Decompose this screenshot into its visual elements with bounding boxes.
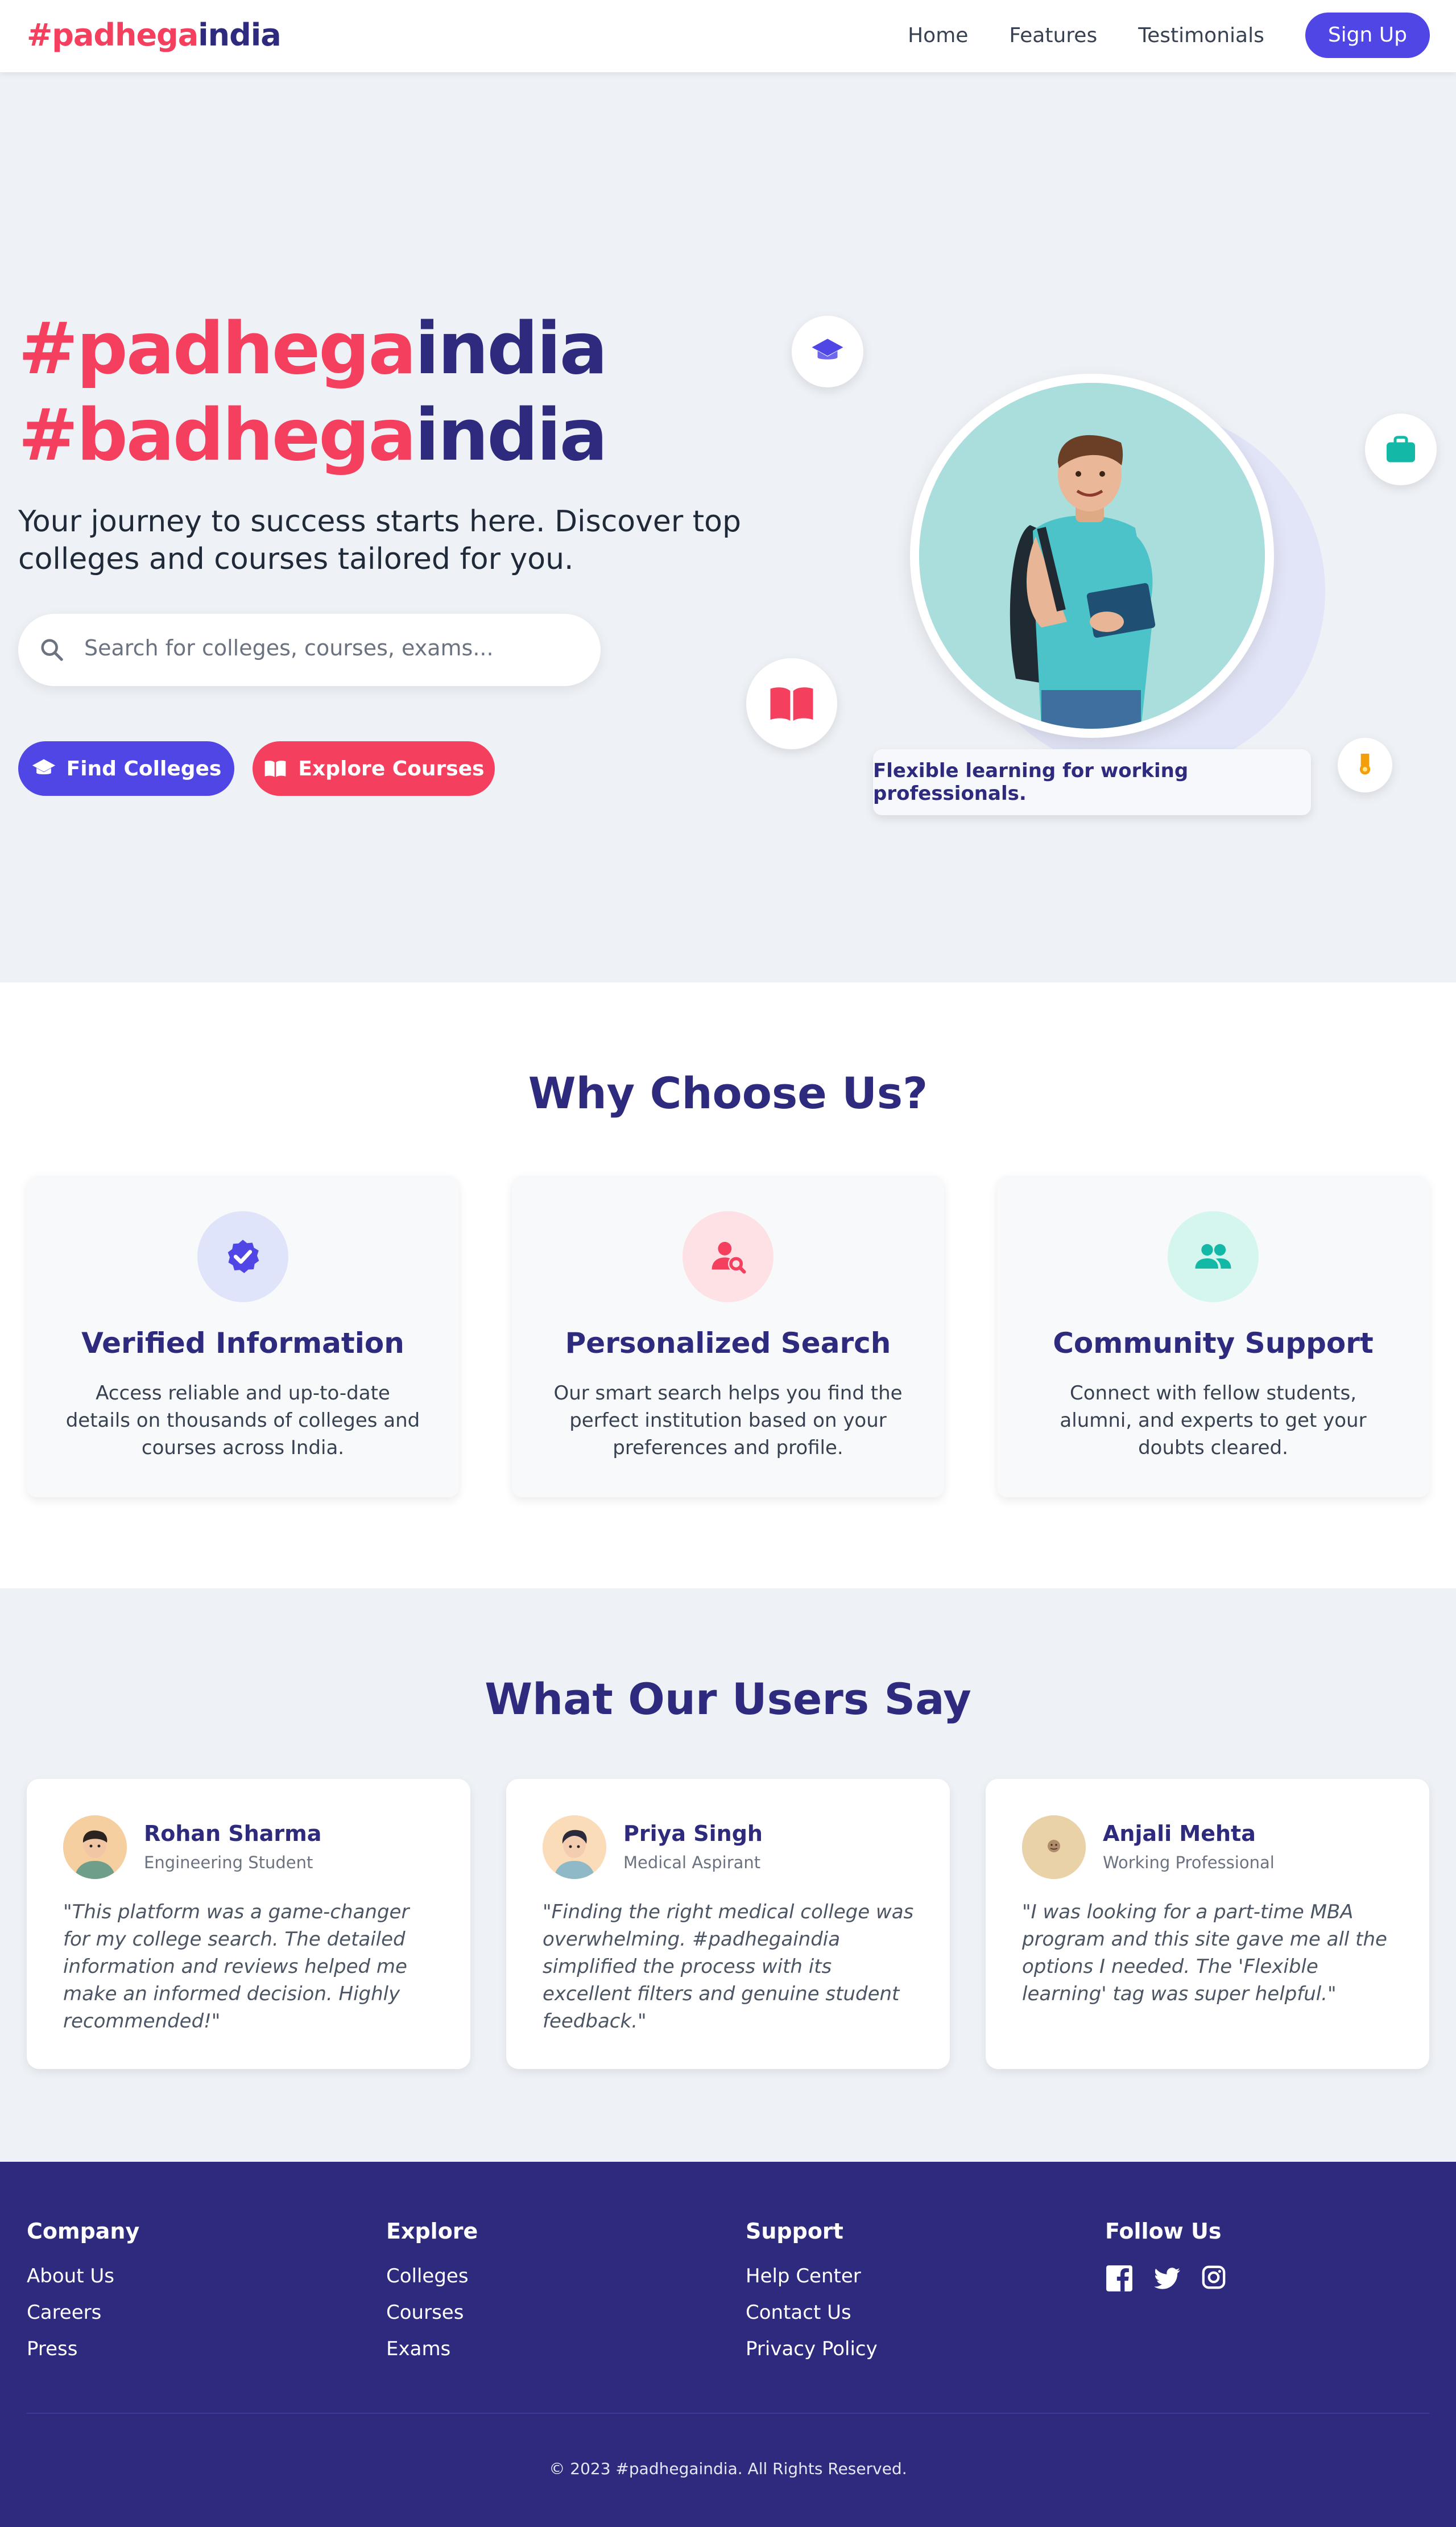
hero-photo-frame [910,374,1274,738]
footer-link-privacy[interactable]: Privacy Policy [746,2337,878,2361]
verified-badge-icon [197,1211,288,1302]
testimonial-card: Priya Singh Medical Aspirant "Finding th… [506,1779,950,2069]
hero-subtitle: Your journey to success starts here. Dis… [18,505,741,576]
floating-award [1338,738,1392,792]
instagram-icon[interactable] [1201,2264,1227,2295]
people-icon [1168,1211,1259,1302]
graduation-cap-icon [812,338,843,360]
feature-text: Connect with fellow students, alumni, an… [1060,1382,1367,1459]
footer-heading: Explore [386,2219,478,2244]
feature-title: Community Support [1053,1327,1374,1360]
search-bar[interactable]: Search for colleges, courses, exams... [18,614,601,686]
site-footer: Company About Us Careers Press Explore C… [0,2162,1456,2527]
testimonial-quote: "This platform was a game-changer for my… [63,1901,410,2033]
why-title: Why Choose Us? [528,1068,928,1118]
explore-courses-label: Explore Courses [298,757,485,781]
search-input[interactable]: Search for colleges, courses, exams... [84,635,494,660]
hero-title-line2-a: #badhega [18,393,416,477]
footer-link-colleges[interactable]: Colleges [386,2264,478,2288]
footer-column-explore: Explore Colleges Courses Exams [386,2219,478,2373]
nav-links: Home Features Testimonials Sign Up [908,13,1430,58]
footer-link-about[interactable]: About Us [27,2264,139,2288]
logo-part-1: #padhega [27,17,198,53]
nav-link-features[interactable]: Features [1009,24,1097,47]
footer-divider [27,2413,1429,2414]
footer-link-help-center[interactable]: Help Center [746,2264,878,2288]
top-navbar: #padhegaindia Home Features Testimonials… [0,0,1456,72]
search-icon [41,639,63,661]
social-links [1105,2264,1246,2295]
floating-book [746,658,837,749]
avatar [543,1815,606,1879]
feature-text: Our smart search helps you find the perf… [553,1382,903,1459]
footer-link-press[interactable]: Press [27,2337,139,2361]
hero-section: #padhegaindia #badhegaindia Your journey… [0,72,1456,982]
signup-button[interactable]: Sign Up [1305,13,1430,58]
open-book-icon [770,687,813,721]
feature-card-community: Community Support Connect with fellow st… [997,1176,1429,1497]
feature-card-personalized: Personalized Search Our smart search hel… [512,1176,944,1497]
avatar [1022,1815,1086,1879]
testimonial-card: Anjali Mehta Working Professional "I was… [986,1779,1429,2069]
testimonial-name: Rohan Sharma [144,1821,322,1846]
hero-title: #padhegaindia #badhegaindia [18,305,608,478]
briefcase-icon [1387,436,1415,463]
logo-part-2: india [198,17,282,53]
nav-link-testimonials[interactable]: Testimonials [1138,24,1264,47]
testimonial-name: Priya Singh [623,1821,763,1846]
graduation-cap-icon [32,759,55,775]
footer-heading: Company [27,2219,140,2244]
nav-link-home[interactable]: Home [908,24,968,47]
copyright-text: © 2023 #padhegaindia. All Rights Reserve… [549,2459,907,2478]
user-search-icon [682,1211,774,1302]
testimonial-card: Rohan Sharma Engineering Student "This p… [27,1779,470,2069]
testimonial-role: Engineering Student [144,1853,313,1872]
testimonial-quote: "I was looking for a part-time MBA progr… [1022,1901,1387,2005]
footer-column-company: Company About Us Careers Press [27,2219,139,2373]
find-colleges-label: Find Colleges [66,757,222,781]
feature-title: Personalized Search [565,1327,891,1360]
floating-graduation-cap [792,316,863,387]
explore-courses-button[interactable]: Explore Courses [253,741,495,796]
footer-link-contact[interactable]: Contact Us [746,2301,878,2324]
footer-heading: Support [746,2219,843,2244]
testimonial-name: Anjali Mehta [1103,1821,1256,1846]
testimonial-role: Medical Aspirant [623,1853,761,1872]
student-illustration [919,383,1265,729]
footer-link-courses[interactable]: Courses [386,2301,478,2324]
hero-title-line1-a: #padhega [18,307,416,390]
find-colleges-button[interactable]: Find Colleges [18,741,234,796]
footer-column-support: Support Help Center Contact Us Privacy P… [746,2219,878,2373]
footer-link-exams[interactable]: Exams [386,2337,478,2361]
site-logo[interactable]: #padhegaindia [27,17,282,53]
avatar [63,1815,127,1879]
award-medal-icon [1359,753,1371,775]
footer-link-careers[interactable]: Careers [27,2301,139,2324]
feature-title: Verified Information [81,1327,404,1360]
testimonial-quote: "Finding the right medical college was o… [543,1901,914,2033]
hero-title-line2-b: india [415,393,607,477]
testimonials-title: What Our Users Say [485,1674,971,1724]
facebook-icon[interactable] [1105,2264,1134,2295]
testimonial-role: Working Professional [1103,1853,1275,1872]
feature-text: Access reliable and up-to-date details o… [65,1382,420,1459]
flexible-learning-badge: Flexible learning for working profession… [873,749,1311,815]
testimonials-section: What Our Users Say Rohan Sharma Engineer… [0,1588,1456,2162]
floating-briefcase [1365,414,1437,485]
open-book-icon [265,760,286,777]
footer-heading: Follow Us [1105,2219,1222,2244]
twitter-icon[interactable] [1153,2264,1181,2295]
feature-card-verified: Verified Information Access reliable and… [27,1176,459,1497]
footer-column-follow: Follow Us [1105,2219,1246,2295]
why-choose-us-section: Why Choose Us? Verified Information Acce… [0,982,1456,1588]
student-photo [919,383,1265,729]
hero-title-line1-b: india [415,307,607,390]
